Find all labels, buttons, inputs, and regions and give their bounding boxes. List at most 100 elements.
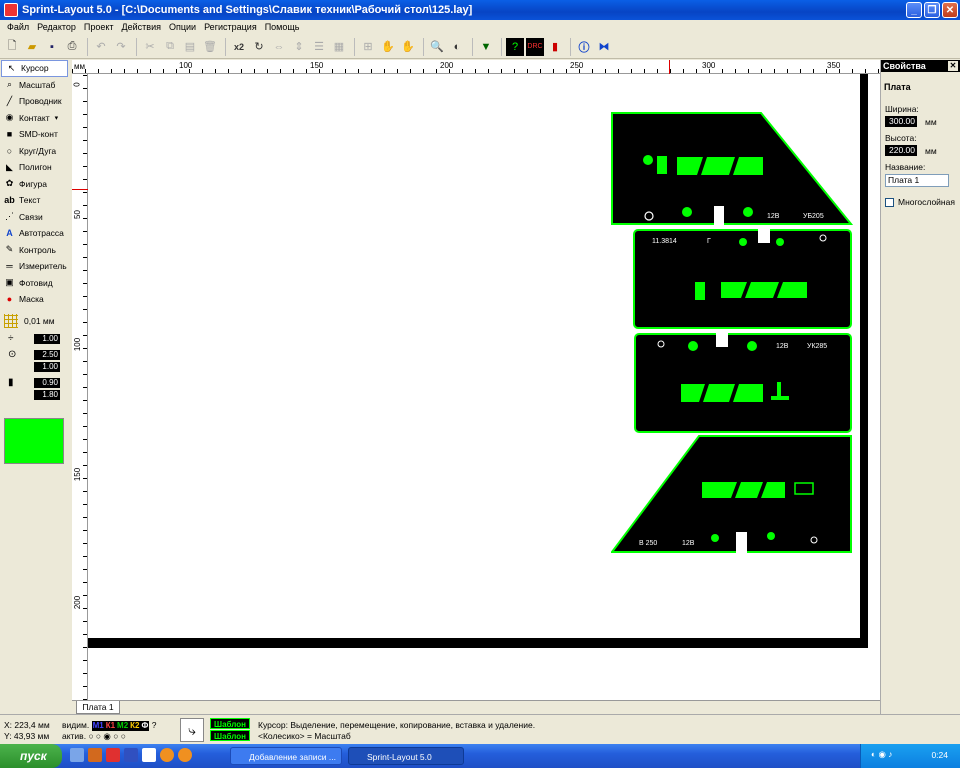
pcb-canvas[interactable]: 12В УБ205 11.3814 Г 12В УК285 В 250 12В	[88, 74, 880, 700]
tab-board-1[interactable]: Плата 1	[76, 701, 120, 714]
app-icon[interactable]	[4, 3, 18, 17]
filter-icon[interactable]: ▼	[477, 38, 495, 56]
plate-1[interactable]: 12В УБ205	[611, 112, 854, 226]
tool-circle[interactable]: ○ Круг/Дуга	[0, 143, 70, 160]
paste-icon[interactable]: ▤	[181, 38, 199, 56]
menu-help[interactable]: Помощь	[261, 22, 304, 32]
grid-selector[interactable]: 0,01 мм	[0, 312, 70, 330]
smd-width-value[interactable]: 0.90	[34, 377, 60, 388]
group-icon[interactable]: ▦	[330, 38, 348, 56]
chevron-down-icon[interactable]: ▾	[55, 114, 59, 122]
mirror-v-icon[interactable]: ⇕	[290, 38, 308, 56]
minimize-button[interactable]: _	[906, 2, 922, 18]
tool-autoroute[interactable]: A Автотрасса	[0, 225, 70, 242]
test-icon: ✎	[5, 244, 14, 255]
save-icon[interactable]: ▪	[43, 38, 61, 56]
tool-test[interactable]: ✎ Контроль	[0, 242, 70, 259]
help-icon[interactable]: ?	[152, 720, 157, 730]
menu-options[interactable]: Опции	[165, 22, 200, 32]
layer-f[interactable]: Ф	[140, 721, 150, 731]
align-icon[interactable]: ☰	[310, 38, 328, 56]
checkbox-box[interactable]	[885, 197, 894, 207]
tray-icons[interactable]: ◐ ◉ ♪	[871, 749, 893, 760]
close-icon[interactable]: ✕	[948, 61, 958, 71]
cursor-icon: ↖	[7, 62, 16, 73]
firefox-icon-2[interactable]	[178, 748, 192, 762]
taskbar-item-browser[interactable]: Добавление записи ...	[230, 747, 342, 765]
taskbar-item-sprint[interactable]: Sprint-Layout 5.0	[348, 747, 464, 765]
board-name-field[interactable]: Плата 1	[885, 174, 949, 187]
info-icon[interactable]: ⓘ	[575, 38, 593, 56]
magnifier-icon[interactable]: 🔍	[428, 38, 446, 56]
print-icon[interactable]: ⎙	[63, 38, 81, 56]
tool-mask[interactable]: ● Маска	[0, 291, 70, 308]
pad-outer-value[interactable]: 2.50	[34, 349, 60, 360]
cut-icon[interactable]: ✂	[141, 38, 159, 56]
ruler-label: 100	[73, 337, 83, 352]
open-folder-icon[interactable]: ▰	[23, 38, 41, 56]
rotate-icon[interactable]: ↻	[250, 38, 268, 56]
pad-inner-value[interactable]: 1.00	[34, 361, 60, 372]
menu-project[interactable]: Проект	[80, 22, 118, 32]
board-width-field[interactable]: 300.00	[885, 116, 917, 127]
delete-icon[interactable]: 🗑	[201, 38, 219, 56]
copy-icon[interactable]: ⧉	[161, 38, 179, 56]
quicklaunch-icon-3[interactable]	[124, 748, 138, 762]
menu-file[interactable]: Файл	[3, 22, 33, 32]
menu-registration[interactable]: Регистрация	[200, 22, 261, 32]
network-icon[interactable]: ⧓	[595, 38, 613, 56]
route-icon[interactable]: ⤷	[180, 718, 204, 742]
duplicate-button[interactable]: x2	[230, 38, 248, 56]
plate-4[interactable]: В 250 12В	[611, 435, 852, 553]
redo-icon[interactable]: ↷	[112, 38, 130, 56]
mirror-h-icon[interactable]: ⇔	[270, 38, 288, 56]
tool-shape[interactable]: ✿ Фигура	[0, 176, 70, 193]
layer-k2[interactable]: К2	[129, 721, 141, 731]
undo-icon[interactable]: ↶	[92, 38, 110, 56]
hand2-icon[interactable]: ✋	[399, 38, 417, 56]
tool-photoview[interactable]: ▣ Фотовид	[0, 275, 70, 292]
tool-connections[interactable]: ⋰ Связи	[0, 209, 70, 226]
maximize-button[interactable]: ❐	[924, 2, 940, 18]
template-button-1[interactable]: Шаблон	[210, 718, 250, 729]
template-button-2[interactable]: Шаблон	[210, 730, 250, 741]
hand-icon[interactable]: ✋	[379, 38, 397, 56]
component-icon[interactable]: ⊞	[359, 38, 377, 56]
layer-color-swatch[interactable]	[4, 418, 64, 464]
desktop-icon[interactable]	[70, 748, 84, 762]
tool-polygon[interactable]: ◣ Полигон	[0, 159, 70, 176]
tool-zoom[interactable]: ⌕ Масштаб	[0, 77, 70, 94]
track-width-value[interactable]: 1.00	[34, 333, 60, 344]
multilayer-checkbox[interactable]: Многослойная	[885, 197, 960, 207]
smd-height-value[interactable]: 1.80	[34, 389, 60, 400]
menu-actions[interactable]: Действия	[118, 22, 165, 32]
drc2-icon[interactable]: DRC	[526, 37, 544, 56]
new-file-icon[interactable]: 🗋	[3, 38, 21, 56]
circle-icon: ○	[6, 145, 13, 156]
menu-edit[interactable]: Редактор	[33, 22, 80, 32]
layer-k1[interactable]: К1	[104, 721, 117, 731]
pad-size-icon: ⊙	[8, 349, 17, 360]
tool-text[interactable]: ab Текст	[0, 192, 70, 209]
tool-measure[interactable]: ═ Измеритель	[0, 258, 70, 275]
tool-cursor[interactable]: ↖ Курсор	[1, 60, 68, 77]
layer-m2[interactable]: М2	[116, 721, 130, 731]
plate-2[interactable]: 11.3814 Г	[633, 229, 852, 329]
tool-track[interactable]: ╱ Проводник	[0, 93, 70, 110]
close-button[interactable]: ✕	[942, 2, 958, 18]
quicklaunch-icon-1[interactable]	[88, 748, 102, 762]
firefox-icon[interactable]	[160, 748, 174, 762]
quicklaunch-icon-2[interactable]	[106, 748, 120, 762]
tool-pad[interactable]: ◉ Контакт ▾	[0, 110, 70, 127]
battery-icon[interactable]: ▮	[546, 38, 564, 56]
title-bar[interactable]: Sprint-Layout 5.0 - [C:\Documents and Se…	[0, 0, 960, 20]
drc-icon[interactable]: ?	[506, 37, 524, 56]
active-layer-radios[interactable]: ○ ○ ◉ ○ ○	[88, 731, 125, 741]
tool-smd[interactable]: ■ SMD-конт	[0, 126, 70, 143]
plate-3[interactable]: 12В УК285	[634, 333, 852, 433]
layer-m1[interactable]: М1	[91, 721, 105, 731]
quicklaunch-icon-4[interactable]	[142, 748, 156, 762]
board-height-field[interactable]: 220.00	[885, 145, 917, 156]
contrast-icon[interactable]: ◐	[448, 38, 466, 56]
start-button[interactable]: пуск	[0, 744, 62, 768]
